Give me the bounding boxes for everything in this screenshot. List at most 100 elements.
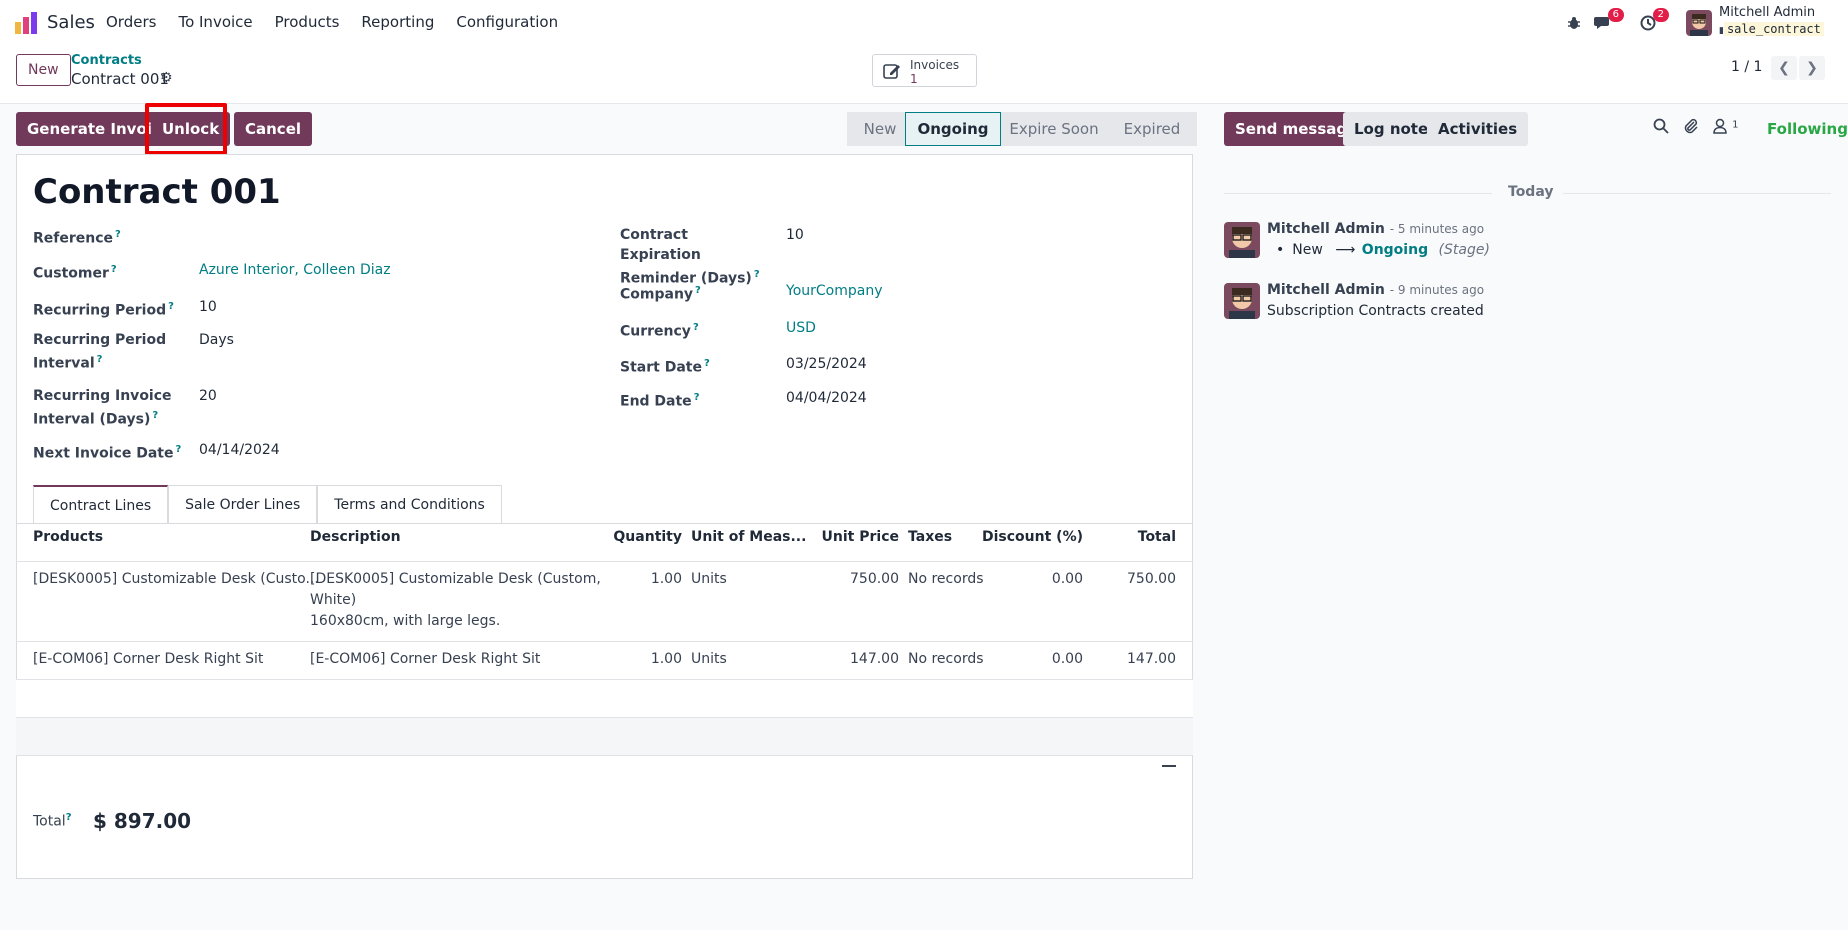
field-reference[interactable]	[199, 225, 579, 245]
label-recurring-invoice-interval: Recurring Invoice Interval (Days)?	[33, 388, 172, 428]
help-icon[interactable]: ?	[695, 285, 701, 296]
field-recurring-invoice-interval[interactable]: 20	[199, 386, 217, 406]
menu-products[interactable]: Products	[275, 13, 340, 31]
breadcrumb-current: Contract 001	[71, 70, 169, 88]
tab-terms-and-conditions[interactable]: Terms and Conditions	[317, 485, 502, 524]
cell-total: 750.00	[1127, 571, 1176, 587]
database-name: sale_contract	[1723, 22, 1824, 36]
bug-icon[interactable]	[1563, 12, 1585, 34]
help-icon[interactable]: ?	[111, 264, 117, 275]
label-recurring-period: Recurring Period?	[33, 301, 174, 319]
col-unit-price[interactable]: Unit Price	[800, 529, 899, 545]
activities-badge: 2	[1652, 8, 1669, 22]
field-currency[interactable]: USD	[786, 318, 816, 338]
menu-reporting[interactable]: Reporting	[361, 13, 434, 31]
followers-count: 1	[1732, 119, 1739, 131]
label-contract-expiration-reminder: Contract Expiration Reminder (Days)?	[620, 227, 760, 287]
date-separator-line	[1224, 193, 1492, 194]
annotation-highlight	[145, 103, 227, 155]
field-recurring-period[interactable]: 10	[199, 297, 217, 317]
stage-expire-soon[interactable]: Expire Soon	[1001, 112, 1107, 146]
record-title[interactable]: Contract 001	[33, 172, 281, 212]
field-customer[interactable]: Azure Interior, Colleen Diaz	[199, 260, 391, 280]
help-icon[interactable]: ?	[693, 322, 699, 333]
cell-uom: Units	[691, 571, 727, 587]
cell-unit-price: 750.00	[850, 571, 899, 587]
help-icon[interactable]: ?	[175, 444, 181, 455]
menu-configuration[interactable]: Configuration	[456, 13, 558, 31]
help-icon[interactable]: ?	[152, 410, 158, 421]
user-name: Mitchell Admin	[1719, 5, 1816, 20]
field-company[interactable]: YourCompany	[786, 281, 883, 301]
label-company: Company?	[620, 285, 701, 303]
tracking-value: • New ⟶ Ongoing (Stage)	[1276, 242, 1490, 258]
cell-quantity: 1.00	[650, 651, 682, 667]
col-discount[interactable]: Discount (%)	[966, 529, 1083, 545]
col-quantity[interactable]: Quantity	[582, 529, 682, 545]
activities-button[interactable]: Activities	[1427, 112, 1529, 146]
field-recurring-period-interval[interactable]: Days	[199, 330, 234, 350]
cell-discount: 0.00	[1051, 571, 1083, 587]
stage-expired[interactable]: Expired	[1107, 112, 1197, 146]
total-label: Total?	[33, 812, 72, 830]
cell-product: [DESK0005] Customizable Desk (Custo...	[33, 571, 319, 587]
col-description[interactable]: Description	[310, 529, 401, 545]
new-button[interactable]: New	[16, 54, 71, 86]
sales-app-icon[interactable]	[14, 12, 38, 34]
stage-ongoing[interactable]: Ongoing	[905, 112, 1001, 146]
help-icon[interactable]: ?	[97, 354, 103, 365]
message-avatar[interactable]	[1224, 283, 1260, 319]
messages-icon[interactable]: 6	[1592, 8, 1624, 34]
label-next-invoice-date: Next Invoice Date?	[33, 444, 182, 462]
paperclip-icon[interactable]	[1683, 118, 1699, 138]
message-avatar[interactable]	[1224, 222, 1260, 258]
user-avatar[interactable]	[1686, 10, 1712, 36]
status-bar: New Ongoing Expire Soon Expired	[847, 112, 1197, 146]
top-navbar: Sales Orders To Invoice Products Reporti…	[0, 0, 1848, 46]
message-author[interactable]: Mitchell Admin - 9 minutes ago	[1267, 282, 1484, 298]
col-taxes[interactable]: Taxes	[908, 529, 952, 545]
help-icon[interactable]: ?	[704, 358, 710, 369]
pager-next-icon[interactable]: ❯	[1799, 56, 1825, 80]
stage-new[interactable]: New	[847, 112, 905, 146]
help-icon[interactable]: ?	[66, 812, 72, 823]
field-end-date[interactable]: 04/04/2024	[786, 388, 867, 408]
message-author[interactable]: Mitchell Admin - 5 minutes ago	[1267, 221, 1484, 237]
log-note-button[interactable]: Log note	[1343, 112, 1440, 146]
gear-icon[interactable]: ⚙	[160, 70, 173, 86]
help-icon[interactable]: ?	[115, 229, 121, 240]
help-icon[interactable]: ?	[168, 301, 174, 312]
help-icon[interactable]: ?	[694, 392, 700, 403]
field-next-invoice-date[interactable]: 04/14/2024	[199, 440, 280, 460]
pager-value[interactable]: 1 / 1	[1731, 59, 1762, 75]
bullet-icon: •	[1276, 242, 1285, 258]
field-start-date[interactable]: 03/25/2024	[786, 354, 867, 374]
app-name[interactable]: Sales	[47, 12, 95, 33]
arrow-right-icon: ⟶	[1335, 242, 1356, 258]
empty-row[interactable]	[16, 680, 1193, 718]
collapse-minus-icon[interactable]	[1162, 765, 1176, 767]
cell-description-line-1: [DESK0005] Customizable Desk (Custom,	[310, 571, 601, 587]
activities-icon[interactable]: 2	[1637, 8, 1669, 34]
col-products[interactable]: Products	[33, 529, 103, 545]
breadcrumb-contracts[interactable]: Contracts	[71, 53, 142, 68]
pager-previous-icon[interactable]: ❮	[1771, 56, 1797, 80]
field-contract-expiration-reminder[interactable]: 10	[786, 225, 804, 245]
followers-icon[interactable]: 1	[1713, 118, 1738, 138]
search-icon[interactable]	[1653, 118, 1669, 138]
tab-sale-order-lines[interactable]: Sale Order Lines	[168, 485, 318, 524]
menu-to-invoice[interactable]: To Invoice	[178, 13, 252, 31]
row-divider	[16, 755, 1193, 756]
tab-contract-lines[interactable]: Contract Lines	[33, 485, 169, 524]
menu-orders[interactable]: Orders	[106, 13, 156, 31]
following-button[interactable]: Following	[1767, 120, 1848, 138]
col-unit-of-measure[interactable]: Unit of Meas...	[691, 529, 806, 545]
invoices-smart-button[interactable]: Invoices 1	[872, 54, 977, 87]
label-end-date: End Date?	[620, 392, 700, 410]
date-separator: Today	[1508, 184, 1554, 200]
user-menu[interactable]: Mitchell Admin ▮ sale_contract	[1719, 5, 1824, 39]
help-icon[interactable]: ?	[754, 269, 760, 280]
empty-row[interactable]	[16, 718, 1193, 756]
cancel-button[interactable]: Cancel	[234, 112, 313, 146]
col-total[interactable]: Total	[1090, 529, 1176, 545]
